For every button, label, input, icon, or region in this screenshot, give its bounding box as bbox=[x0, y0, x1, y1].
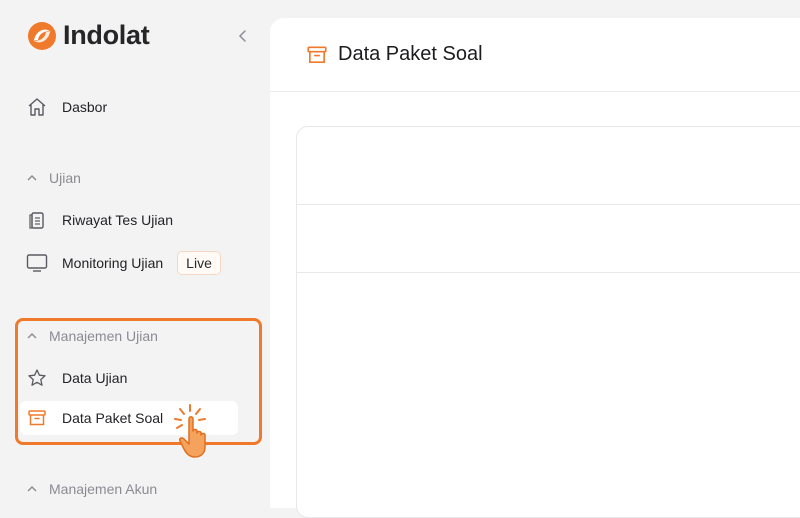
sidebar-item-riwayat-tes-ujian[interactable]: Riwayat Tes Ujian bbox=[20, 203, 238, 237]
brand-logo-icon bbox=[28, 21, 56, 50]
divider bbox=[297, 272, 800, 273]
hand-pointer-icon bbox=[174, 404, 206, 458]
sidebar-item-monitoring-ujian[interactable]: Monitoring Ujian Live bbox=[20, 246, 238, 280]
brand-name: Indolat bbox=[63, 20, 150, 50]
sidebar: Indolat Dasbor Ujian Riwayat Tes Ujian M… bbox=[0, 0, 270, 500]
live-badge: Live bbox=[177, 251, 221, 275]
clipboard-icon bbox=[26, 209, 48, 231]
collapse-sidebar-button[interactable] bbox=[234, 27, 252, 45]
content-card bbox=[296, 126, 800, 518]
archive-box-icon bbox=[307, 45, 327, 63]
section-manajemen-akun[interactable]: Manajemen Akun bbox=[26, 481, 157, 497]
divider bbox=[297, 204, 800, 205]
chevron-up-icon bbox=[27, 486, 37, 492]
page-title: Data Paket Soal bbox=[338, 43, 483, 65]
brand-logo[interactable]: Indolat bbox=[27, 20, 150, 51]
sidebar-item-label: Riwayat Tes Ujian bbox=[62, 212, 174, 228]
section-label: Manajemen Akun bbox=[49, 481, 158, 497]
chevron-left-icon bbox=[238, 30, 246, 42]
sidebar-item-label: Dasbor bbox=[62, 99, 108, 115]
home-icon bbox=[26, 96, 48, 118]
monitor-icon bbox=[26, 252, 48, 274]
chevron-up-icon bbox=[27, 175, 37, 181]
section-ujian[interactable]: Ujian bbox=[26, 170, 81, 186]
sidebar-item-dasbor[interactable]: Dasbor bbox=[20, 90, 238, 124]
page-header: Data Paket Soal bbox=[270, 18, 800, 92]
section-label: Ujian bbox=[49, 170, 81, 186]
main-panel: Data Paket Soal bbox=[270, 18, 800, 518]
highlight-frame bbox=[15, 318, 262, 445]
sidebar-item-label: Monitoring Ujian bbox=[62, 255, 164, 271]
